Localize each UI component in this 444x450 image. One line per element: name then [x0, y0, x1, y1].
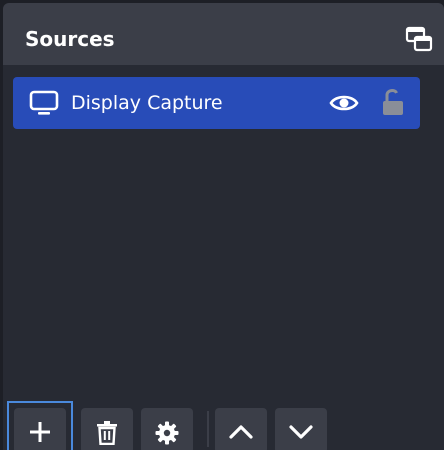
eye-icon[interactable]	[329, 90, 359, 116]
source-properties-button[interactable]	[141, 408, 193, 450]
source-item-display-capture[interactable]: Display Capture	[13, 77, 420, 129]
remove-source-button[interactable]	[81, 408, 133, 450]
toolbar-separator	[207, 411, 209, 447]
trash-icon	[97, 421, 117, 445]
source-label: Display Capture	[71, 92, 223, 114]
dock-header: Sources	[3, 3, 444, 65]
move-source-down-button[interactable]	[275, 408, 327, 450]
source-list[interactable]: Display Capture	[3, 65, 444, 395]
sources-toolbar	[3, 395, 444, 450]
monitor-icon	[29, 90, 59, 116]
move-source-up-button[interactable]	[215, 408, 267, 450]
chevron-up-icon	[229, 425, 253, 439]
add-source-button[interactable]	[14, 408, 66, 450]
sources-dock: Sources Display Capture	[3, 3, 444, 450]
gear-icon	[155, 421, 179, 445]
dock-title: Sources	[25, 27, 115, 51]
chevron-down-icon	[289, 425, 313, 439]
plus-icon	[30, 422, 50, 442]
unlocked-padlock-icon[interactable]	[380, 87, 406, 117]
undock-windows-icon[interactable]	[405, 25, 433, 53]
